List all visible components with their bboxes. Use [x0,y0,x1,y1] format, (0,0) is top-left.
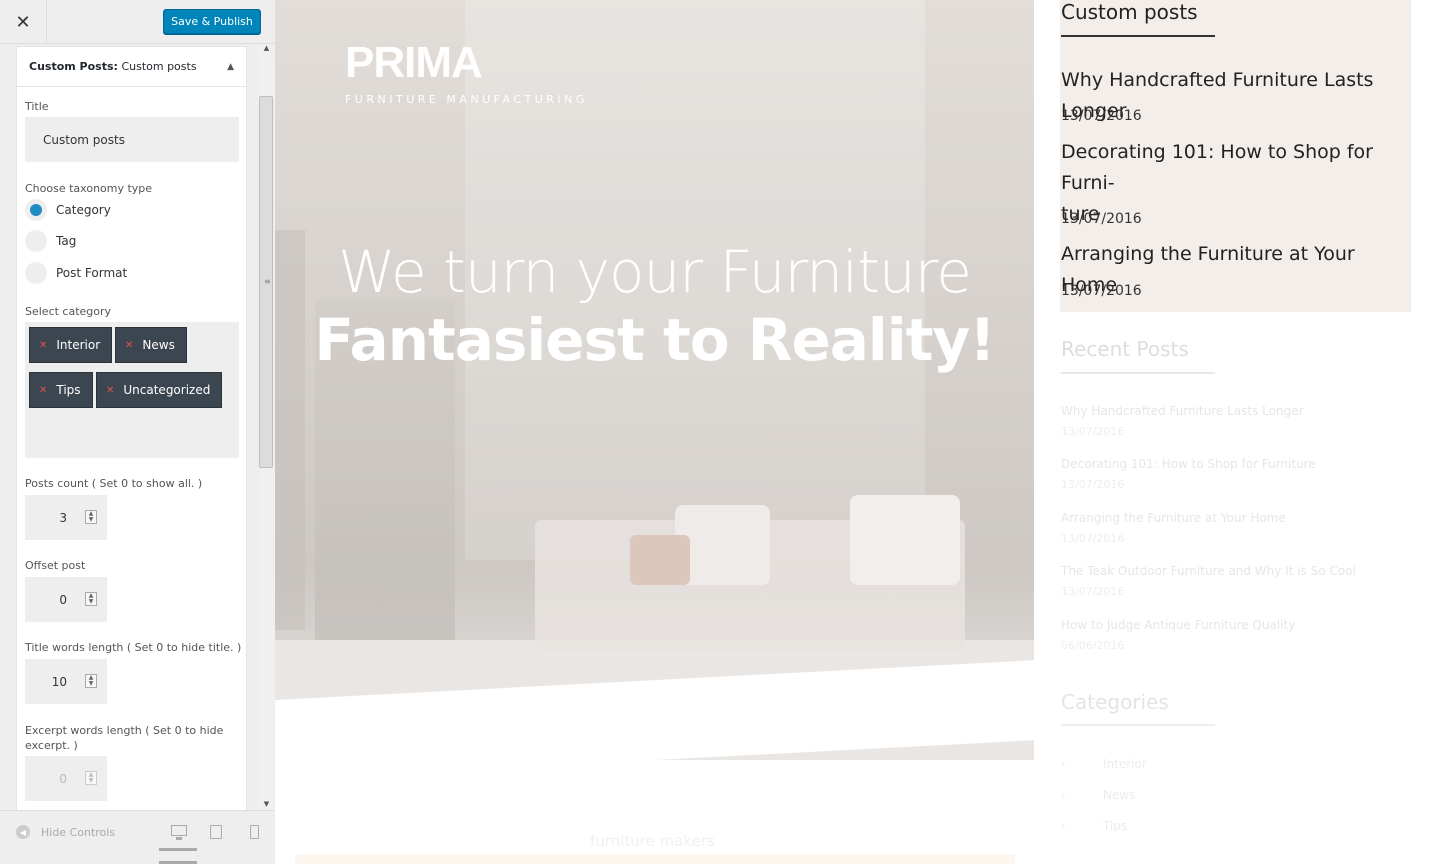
posts-count-input[interactable]: 3 ▲ ▼ [25,495,107,540]
taxonomy-label: Choose taxonomy type [25,182,153,195]
category-chip-tips[interactable]: ✕ Tips [29,372,93,408]
spinner-icon[interactable]: ▲ ▼ [85,771,97,785]
close-icon: ✕ [15,11,31,33]
category-link[interactable]: › News [1061,788,1135,802]
widget-title: Custom Posts: Custom posts [29,60,197,73]
title-input[interactable]: Custom posts [25,117,239,162]
spinner-icon[interactable]: ▲ ▼ [85,592,97,606]
desktop-icon[interactable] [171,825,187,840]
site-logo[interactable]: PRIMA [345,38,483,88]
title-words-label: Title words length ( Set 0 to hide title… [25,641,242,654]
offset-label: Offset post [25,559,86,572]
radio[interactable] [25,262,47,284]
taxonomy-option-category[interactable]: Category [25,199,111,221]
category-select[interactable]: ✕ Interior ✕ News ✕ Tips ✕ Uncategorized [25,322,239,458]
category-chip-uncategorized[interactable]: ✕ Uncategorized [96,372,223,408]
hero-headline-line1: We turn your Furniture [338,238,972,306]
heading-underline [1061,35,1215,37]
radio-checked[interactable] [25,199,47,221]
collapse-icon: ◀ [16,825,30,839]
chevron-right-icon: › [1061,757,1066,771]
customizer-panel: ✕ Save & Publish Custom Posts: Custom po… [0,0,275,864]
category-link[interactable]: › Interior [1061,757,1147,771]
widget-header[interactable]: Custom Posts: Custom posts ▲ [17,47,246,87]
posts-count-label: Posts count ( Set 0 to show all. ) [25,477,203,490]
save-publish-button[interactable]: Save & Publish [163,9,261,34]
hero-section: PRIMA FURNITURE MANUFACTURING We turn yo… [275,0,1034,760]
section-banner [295,854,1015,864]
tablet-icon[interactable] [210,825,222,839]
recent-post-title[interactable]: The Teak Outdoor Furniture and Why It is… [1061,564,1356,578]
chevron-right-icon: › [1061,819,1066,833]
scroll-up-icon[interactable]: ▲ [258,44,275,54]
taxonomy-option-post-format[interactable]: Post Format [25,262,127,284]
close-button[interactable]: ✕ [0,0,47,44]
chevron-right-icon: › [1061,788,1066,802]
scroll-down-icon[interactable]: ▼ [258,800,275,810]
panel-footer: ◀ Hide Controls [0,810,275,864]
custom-posts-heading: Custom posts [1061,0,1198,24]
recent-post-date: 13/07/2016 [1061,532,1125,545]
recent-post-date: 06/06/2016 [1061,639,1125,652]
spinner-icon[interactable]: ▲ ▼ [85,674,97,688]
custom-post-date: 13/07/2016 [1061,283,1142,299]
remove-icon[interactable]: ✕ [125,340,133,351]
category-link[interactable]: › Tips [1061,819,1127,833]
recent-posts-heading: Recent Posts [1061,337,1189,361]
remove-icon[interactable]: ✕ [39,385,47,396]
radio[interactable] [25,230,47,252]
section-heading: furniture makers [590,832,715,850]
custom-post-date: 13/07/2016 [1061,211,1142,227]
mobile-icon[interactable] [250,825,259,839]
hero-pillow [630,535,690,585]
heading-underline [1061,372,1215,374]
scrollbar-thumb[interactable]: ≡ [259,96,273,468]
remove-icon[interactable]: ✕ [39,340,47,351]
recent-post-title[interactable]: Arranging the Furniture at Your Home [1061,511,1286,525]
category-chip-news[interactable]: ✕ News [115,327,187,363]
recent-post-date: 13/07/2016 [1061,585,1125,598]
panel-header: ✕ Save & Publish [0,0,275,44]
recent-post-title[interactable]: Decorating 101: How to Shop for Furnitur… [1061,457,1316,471]
custom-posts-widget: Custom Posts: Custom posts ▲ Title Custo… [16,46,247,810]
recent-post-date: 13/07/2016 [1061,425,1125,438]
triangle-up-icon[interactable]: ▲ [227,62,234,72]
grip-icon: ≡ [264,277,271,286]
title-words-input[interactable]: 10 ▲ ▼ [25,659,107,704]
offset-input[interactable]: 0 ▲ ▼ [25,577,107,622]
site-tagline: FURNITURE MANUFACTURING [345,93,588,106]
categories-heading: Categories [1061,690,1169,714]
spinner-icon[interactable]: ▲ ▼ [85,510,97,524]
hero-headline-line2: Fantasiest to Reality! [314,306,995,374]
site-preview: PRIMA FURNITURE MANUFACTURING We turn yo… [275,0,1431,864]
hero-cushion [850,495,960,585]
excerpt-words-input[interactable]: 0 ▲ ▼ [25,756,107,801]
title-label: Title [25,100,49,113]
recent-post-title[interactable]: Why Handcrafted Furniture Lasts Longer [1061,404,1304,418]
remove-icon[interactable]: ✕ [106,385,114,396]
active-device-indicator [159,848,197,851]
taxonomy-option-tag[interactable]: Tag [25,230,76,252]
custom-post-date: 13/07/2016 [1061,108,1142,124]
recent-post-title[interactable]: How to Judge Antique Furniture Quality [1061,618,1295,632]
hide-controls-button[interactable]: ◀ Hide Controls [16,825,115,839]
recent-post-date: 13/07/2016 [1061,478,1125,491]
panel-scrollbar[interactable]: ▲ ≡ ▼ [258,44,275,810]
category-label: Select category [25,305,112,318]
heading-underline [1061,724,1215,726]
excerpt-words-label: Excerpt words length ( Set 0 to hide exc… [25,724,224,752]
panel-scroll-area: Custom Posts: Custom posts ▲ Title Custo… [0,44,258,810]
category-chip-interior[interactable]: ✕ Interior [29,327,113,363]
